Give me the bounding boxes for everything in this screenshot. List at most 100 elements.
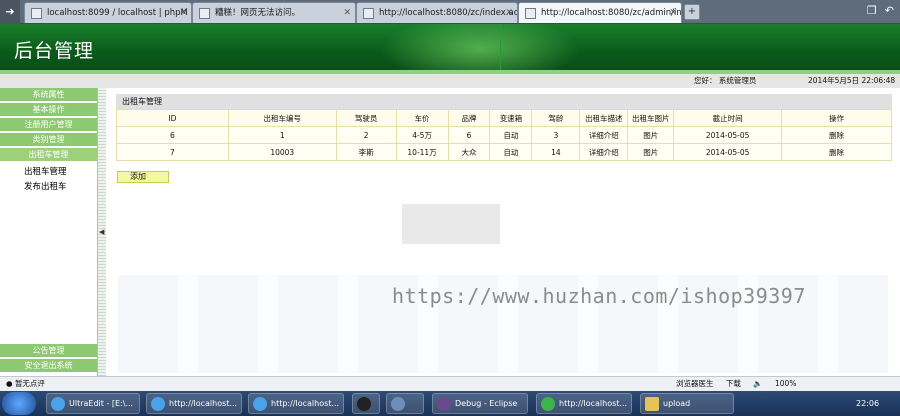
close-icon[interactable]: ✕ <box>179 3 187 23</box>
image-link[interactable]: 图片 <box>627 126 675 144</box>
cell-driving-years: 14 <box>531 143 581 161</box>
taskbar-item-browser-3[interactable]: http://localhost... <box>536 393 632 414</box>
cell-gearbox: 自动 <box>489 126 533 144</box>
sidebar-item-taxi-management[interactable]: 出租车管理 <box>0 148 97 162</box>
browser-tab-index[interactable]: http://localhost:8080/zc/index.acti ✕ <box>356 2 518 23</box>
table-row: 6 1 2 4-5万 6 自动 3 详细介绍 图片 2014-05-05 删除 <box>116 126 892 144</box>
cell-id: 6 <box>116 126 229 144</box>
taskbar-item-browser-2[interactable]: http://localhost... <box>248 393 344 414</box>
browser-icon <box>541 397 555 411</box>
taxi-table: ID 出租车编号 驾驶员 车价 品牌 变速箱 驾龄 出租车描述 出租车图片 截止… <box>116 109 892 161</box>
taskbar-item-ultraedit[interactable]: UltraEdit - [E:\... <box>46 393 140 414</box>
cell-driver: 李斯 <box>335 143 397 161</box>
window-controls: ❐ ↶ <box>859 4 894 17</box>
sidebar-item-logout[interactable]: 安全退出系统 <box>0 359 97 373</box>
taskbar-item-qq[interactable] <box>352 393 380 414</box>
tab-label: 糟糕！网页无法访问。 <box>215 8 301 18</box>
download-button[interactable]: 下载 <box>726 379 741 388</box>
cell-price: 4-5万 <box>395 126 449 144</box>
cell-driving-years: 3 <box>531 126 581 144</box>
ie-icon <box>151 397 165 411</box>
cell-driver: 2 <box>335 126 397 144</box>
delete-link[interactable]: 删除 <box>781 143 892 161</box>
admin-header: 后台管理 <box>0 24 900 74</box>
column-header: 出租车编号 <box>227 109 337 127</box>
column-header: 驾龄 <box>531 109 581 127</box>
tab-label: localhost:8099 / localhost | phpM <box>47 8 188 18</box>
system-tray: 22:06 <box>740 391 900 416</box>
sidebar-item-system-properties[interactable]: 系统属性 <box>0 88 97 102</box>
page-icon <box>525 8 536 19</box>
restore-icon[interactable]: ❐ <box>867 4 877 17</box>
sidebar-item-category-management[interactable]: 类别管理 <box>0 133 97 147</box>
comment-icon: ● <box>6 379 13 388</box>
back-icon[interactable]: ↶ <box>885 4 894 17</box>
folder-icon <box>645 397 659 411</box>
cell-gearbox: 自动 <box>489 143 533 161</box>
page-icon <box>363 8 374 19</box>
add-button[interactable]: 添加 <box>117 171 169 183</box>
main-panel: 出租车管理 ID 出租车编号 驾驶员 车价 品牌 变速箱 驾龄 出租车描述 出租… <box>116 94 892 161</box>
cell-taxi-number: 10003 <box>227 143 337 161</box>
details-link[interactable]: 详细介绍 <box>579 126 629 144</box>
sidebar: 系统属性 基本操作 注册用户管理 类别管理 出租车管理 出租车管理 发布出租车 … <box>0 88 97 376</box>
header-decoration <box>380 24 580 74</box>
cell-deadline: 2014-05-05 <box>673 143 783 161</box>
close-icon[interactable]: ✕ <box>669 3 677 23</box>
collapse-arrow-icon[interactable]: ◀ <box>99 228 104 236</box>
browser-tab-bar: ➜ localhost:8099 / localhost | phpM ✕ 糟糕… <box>0 0 900 24</box>
cell-brand: 6 <box>447 126 491 144</box>
zoom-level[interactable]: 100% <box>775 379 796 388</box>
browser-tab-phpmyadmin[interactable]: localhost:8099 / localhost | phpM ✕ <box>24 2 192 23</box>
taskbar-label: http://localhost... <box>559 399 628 408</box>
column-header: 车价 <box>395 109 449 127</box>
status-comment: 暂无点评 <box>14 379 45 388</box>
delete-link[interactable]: 删除 <box>781 126 892 144</box>
cell-brand: 大众 <box>447 143 491 161</box>
qq-icon <box>357 397 371 411</box>
sidebar-splitter[interactable]: ◀ <box>97 88 106 376</box>
browser-tab-admin[interactable]: http://localhost:8080/zc/admin/in ✕ <box>518 2 682 23</box>
header-divider <box>500 24 501 74</box>
user-greeting: 您好： 系统管理员 <box>694 76 757 85</box>
taskbar-label: http://localhost... <box>169 399 238 408</box>
speaker-icon[interactable]: 🔈 <box>753 379 762 388</box>
taskbar-clock: 22:06 <box>856 399 880 408</box>
page-icon <box>31 8 42 19</box>
start-button[interactable] <box>2 392 36 415</box>
column-header: 出租车描述 <box>579 109 629 127</box>
cell-taxi-number: 1 <box>227 126 337 144</box>
taskbar-label: upload <box>663 399 691 408</box>
cell-deadline: 2014-05-05 <box>673 126 783 144</box>
close-icon[interactable]: ✕ <box>505 3 513 23</box>
taskbar-item-browser-1[interactable]: http://localhost... <box>146 393 242 414</box>
tab-label: http://localhost:8080/zc/admin/in <box>541 8 682 18</box>
column-header: 驾驶员 <box>335 109 397 127</box>
current-datetime: 2014年5月5日 22:06:48 <box>808 76 896 85</box>
taskbar-item-eclipse[interactable]: Debug - Eclipse <box>432 393 528 414</box>
column-header: 品牌 <box>447 109 491 127</box>
new-tab-button[interactable]: + <box>684 4 700 20</box>
image-link[interactable]: 图片 <box>627 143 675 161</box>
taskbar-item-app[interactable] <box>386 393 424 414</box>
cell-price: 10-11万 <box>395 143 449 161</box>
sidebar-item-announcements[interactable]: 公告管理 <box>0 344 97 358</box>
status-right: 浏览器医生 下载 🔈 100% <box>676 377 806 391</box>
taskbar-item-upload-folder[interactable]: upload <box>640 393 734 414</box>
submenu-publish-taxi[interactable]: 发布出租车 <box>0 180 97 194</box>
browser-tab-error[interactable]: 糟糕！网页无法访问。 ✕ <box>192 2 356 23</box>
table-row: 7 10003 李斯 10-11万 大众 自动 14 详细介绍 图片 2014-… <box>116 143 892 161</box>
user-info-bar: 您好： 系统管理员 2014年5月5日 22:06:48 <box>0 74 900 88</box>
submenu-taxi-management[interactable]: 出租车管理 <box>0 165 97 179</box>
status-left: ● 暂无点评 <box>6 377 45 391</box>
browser-doctor-button[interactable]: 浏览器医生 <box>676 379 714 388</box>
sidebar-item-user-management[interactable]: 注册用户管理 <box>0 118 97 132</box>
ultraedit-icon <box>51 397 65 411</box>
column-header: ID <box>116 109 229 127</box>
close-icon[interactable]: ✕ <box>343 3 351 23</box>
faded-overlay <box>402 204 500 244</box>
sidebar-item-basic-operations[interactable]: 基本操作 <box>0 103 97 117</box>
forward-arrow-icon[interactable]: ➜ <box>0 0 20 24</box>
column-header: 变速箱 <box>489 109 533 127</box>
details-link[interactable]: 详细介绍 <box>579 143 629 161</box>
